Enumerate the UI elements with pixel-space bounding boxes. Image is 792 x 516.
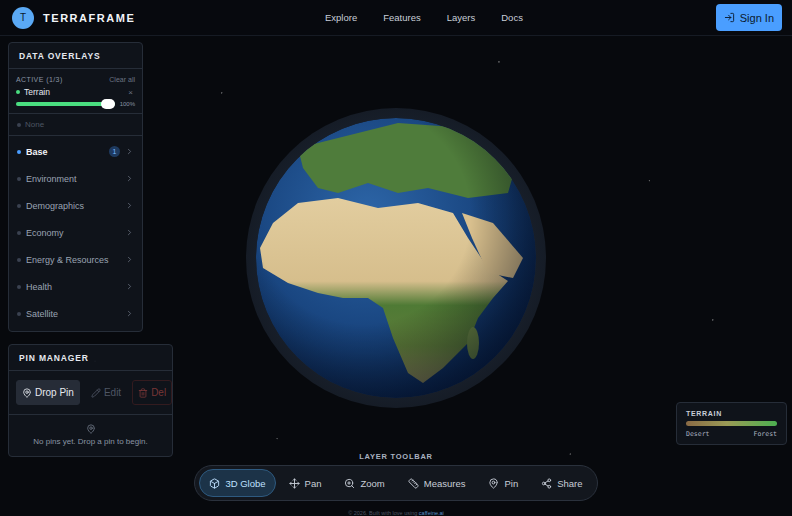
panel-title: PIN MANAGER <box>9 345 172 371</box>
legend: TERRAIN Desert Forest <box>676 402 787 445</box>
layer-dot <box>16 90 20 94</box>
remove-layer-button[interactable]: × <box>126 88 135 97</box>
globe-halo <box>246 108 546 408</box>
toolbar-button[interactable]: Zoom <box>334 469 394 497</box>
category-dot <box>17 285 21 289</box>
category-dot <box>17 312 21 316</box>
legend-bar <box>686 421 777 426</box>
nav-link[interactable]: Explore <box>325 12 357 23</box>
pin-manager-panel: PIN MANAGERDrop PinEditDelNo pins yet. D… <box>8 344 173 457</box>
empty-text: No pins yet. Drop a pin to begin. <box>33 437 147 446</box>
legend-high: Forest <box>754 430 777 438</box>
legend-low: Desert <box>686 430 709 438</box>
map-view: DATA OVERLAYS ACTIVE (1/3) Clear all Terrai… <box>0 36 792 516</box>
overlays-panel: DATA OVERLAYS ACTIVE (1/3) Clear all Terrai… <box>8 42 143 332</box>
none-dot <box>17 123 21 127</box>
clear-all-button[interactable]: Clear all <box>109 76 135 83</box>
active-label: ACTIVE (1/3) <box>16 76 63 83</box>
category-dot <box>17 258 21 262</box>
toolbar-button[interactable]: Pan <box>279 469 332 497</box>
legend-labels: Desert Forest <box>686 430 777 438</box>
share-icon <box>541 478 552 489</box>
category-item[interactable]: Economy <box>9 219 142 246</box>
chevron-right-icon <box>125 309 134 318</box>
pin-icon <box>86 424 96 434</box>
none-row[interactable]: None <box>9 114 142 136</box>
brand-name: TERRAFRAME <box>43 12 135 24</box>
opacity-slider-row: 100% <box>16 101 135 107</box>
zoom-icon <box>344 478 355 489</box>
active-layers: ACTIVE (1/3) Clear all Terrain × 100% <box>9 69 142 114</box>
chevron-right-icon <box>125 282 134 291</box>
nav: Explore Features Layers Docs <box>325 12 523 23</box>
chevron-right-icon <box>125 228 134 237</box>
toolbar-button[interactable]: 3D Globe <box>199 469 275 497</box>
toolbar-button[interactable]: Pin <box>478 469 528 497</box>
chevron-right-icon <box>125 255 134 264</box>
active-header: ACTIVE (1/3) Clear all <box>16 76 135 83</box>
category-item[interactable]: Base1 <box>9 138 142 165</box>
category-dot <box>17 177 21 181</box>
sign-in-button[interactable]: Sign In <box>716 4 782 31</box>
pin-icon <box>488 478 499 489</box>
trash-icon <box>138 388 148 398</box>
app: T TERRAFRAME Explore Features Layers Docs Sign… <box>0 0 792 516</box>
category-dot <box>17 204 21 208</box>
category-item[interactable]: Environment <box>9 165 142 192</box>
bottom-bar: LAYER TOOLBAR 3D GlobePanZoomMeasuresPinS… <box>0 449 792 516</box>
move-icon <box>289 478 300 489</box>
category-item[interactable]: Demographics <box>9 192 142 219</box>
chevron-right-icon <box>125 201 134 210</box>
ruler-icon <box>408 478 419 489</box>
pin-button[interactable]: Edit <box>85 380 127 405</box>
empty-state: No pins yet. Drop a pin to begin. <box>9 415 172 456</box>
pin-button[interactable]: Drop Pin <box>16 380 80 405</box>
brand[interactable]: T TERRAFRAME <box>12 7 312 29</box>
toolbar-button[interactable]: Measures <box>398 469 476 497</box>
category-item[interactable]: Satellite <box>9 300 142 327</box>
panel-title: DATA OVERLAYS <box>9 43 142 69</box>
cube-icon <box>209 478 220 489</box>
opacity-slider[interactable] <box>16 102 115 106</box>
category-item[interactable]: Health <box>9 273 142 300</box>
nav-link[interactable]: Layers <box>447 12 476 23</box>
pencil-icon <box>91 388 101 398</box>
toolbar-button[interactable]: Share <box>531 469 592 497</box>
logo: T <box>12 7 34 29</box>
layer-name: Terrain <box>16 87 50 97</box>
category-dot <box>17 231 21 235</box>
count-badge: 1 <box>109 146 120 157</box>
toolbar-title: LAYER TOOLBAR <box>359 452 433 461</box>
opacity-reading: 100% <box>120 101 135 107</box>
chevron-right-icon <box>125 174 134 183</box>
pin-buttons: Drop PinEditDel <box>9 371 172 415</box>
pin-button[interactable]: Del <box>132 380 172 405</box>
legend-title: TERRAIN <box>686 410 777 417</box>
category-list: Base1EnvironmentDemographicsEconomyEnerg… <box>9 136 142 331</box>
category-item[interactable]: Energy & Resources <box>9 246 142 273</box>
nav-link[interactable]: Features <box>383 12 421 23</box>
footer: © 2026. Built with love using caffeine.a… <box>348 510 444 516</box>
footer-link[interactable]: caffeine.ai <box>419 510 444 516</box>
nav-link[interactable]: Docs <box>501 12 523 23</box>
layer-toolbar: 3D GlobePanZoomMeasuresPinShare <box>194 465 597 501</box>
globe[interactable] <box>256 118 536 398</box>
slider-fill <box>16 102 115 106</box>
category-dot <box>17 150 21 154</box>
login-icon <box>724 12 735 23</box>
active-layer: Terrain × <box>16 87 135 97</box>
header: T TERRAFRAME Explore Features Layers Docs Sign… <box>0 0 792 36</box>
pin-icon <box>22 388 32 398</box>
chevron-right-icon <box>125 147 134 156</box>
slider-thumb[interactable] <box>101 99 115 109</box>
